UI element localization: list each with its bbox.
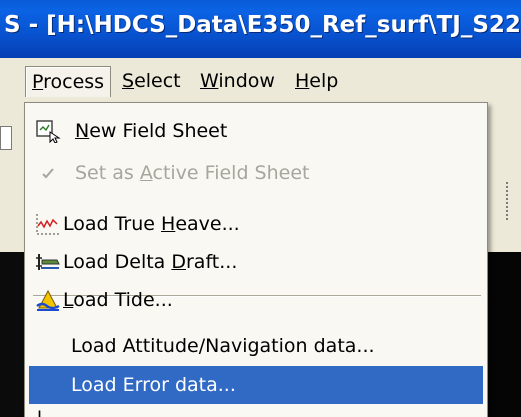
background-app-left bbox=[0, 102, 24, 417]
menu-item-load-true-heave[interactable]: Load True Heave... bbox=[29, 206, 483, 242]
menu-item-set-active-field-sheet: Set as Active Field Sheet bbox=[29, 155, 483, 191]
menu-help[interactable]: Help bbox=[289, 66, 344, 96]
window-title: S - [H:\HDCS_Data\E350_Ref_surf\TJ_S22 bbox=[4, 12, 521, 38]
background-app-right bbox=[486, 102, 521, 417]
menu-window[interactable]: Window bbox=[194, 66, 281, 96]
menu-item-label: Set as Active Field Sheet bbox=[75, 162, 310, 184]
delta-draft-icon bbox=[35, 250, 61, 274]
true-heave-icon bbox=[35, 212, 61, 236]
menu-item-load-error-data[interactable]: Load Error data... bbox=[29, 366, 483, 404]
menu-help-mnemonic: H bbox=[295, 70, 310, 92]
menu-window-mnemonic: W bbox=[200, 70, 219, 92]
app-window: S - [H:\HDCS_Data\E350_Ref_surf\TJ_S22 P… bbox=[0, 0, 521, 417]
menu-bar: Process Select Window Help bbox=[0, 58, 521, 103]
menu-item-load-tide[interactable]: Load Tide... bbox=[29, 282, 483, 318]
menu-select[interactable]: Select bbox=[116, 66, 187, 96]
menu-select-rest: elect bbox=[134, 70, 181, 92]
tide-icon bbox=[35, 288, 61, 312]
menu-select-mnemonic: S bbox=[122, 70, 135, 92]
menu-item-label: Load Attitude/Navigation data... bbox=[71, 335, 375, 357]
menu-window-rest: indow bbox=[218, 70, 275, 92]
menu-item-label: Load Tide... bbox=[63, 289, 173, 311]
background-dark-area bbox=[0, 252, 24, 417]
menu-item-label: Load Error data... bbox=[71, 374, 236, 396]
menu-process-mnemonic: P bbox=[32, 71, 44, 93]
menu-item-new-field-sheet[interactable]: New Field Sheet bbox=[29, 113, 483, 149]
menu-help-rest: elp bbox=[309, 70, 339, 92]
background-dark-area-right bbox=[486, 252, 521, 417]
menu-item-label: New Field Sheet bbox=[75, 120, 228, 142]
menu-item-load-attitude-navigation[interactable]: Load Attitude/Navigation data... bbox=[29, 328, 483, 364]
toolbar-gripper bbox=[506, 182, 508, 222]
menu-item-cut-off: I bbox=[37, 408, 42, 417]
menu-item-load-delta-draft[interactable]: Load Delta Draft... bbox=[29, 244, 483, 280]
title-bar[interactable]: S - [H:\HDCS_Data\E350_Ref_surf\TJ_S22 bbox=[0, 0, 521, 58]
menu-process[interactable]: Process bbox=[25, 66, 112, 97]
menu-item-label: Load Delta Draft... bbox=[63, 251, 238, 273]
process-menu-dropdown: New Field Sheet Set as Active Field Shee… bbox=[24, 102, 488, 417]
toolbar-fragment-icon bbox=[0, 126, 12, 150]
menu-process-rest: rocess bbox=[43, 71, 105, 93]
menu-item-label: Load True Heave... bbox=[63, 213, 240, 235]
checkmark-icon bbox=[35, 161, 61, 185]
new-field-sheet-icon bbox=[35, 119, 61, 144]
